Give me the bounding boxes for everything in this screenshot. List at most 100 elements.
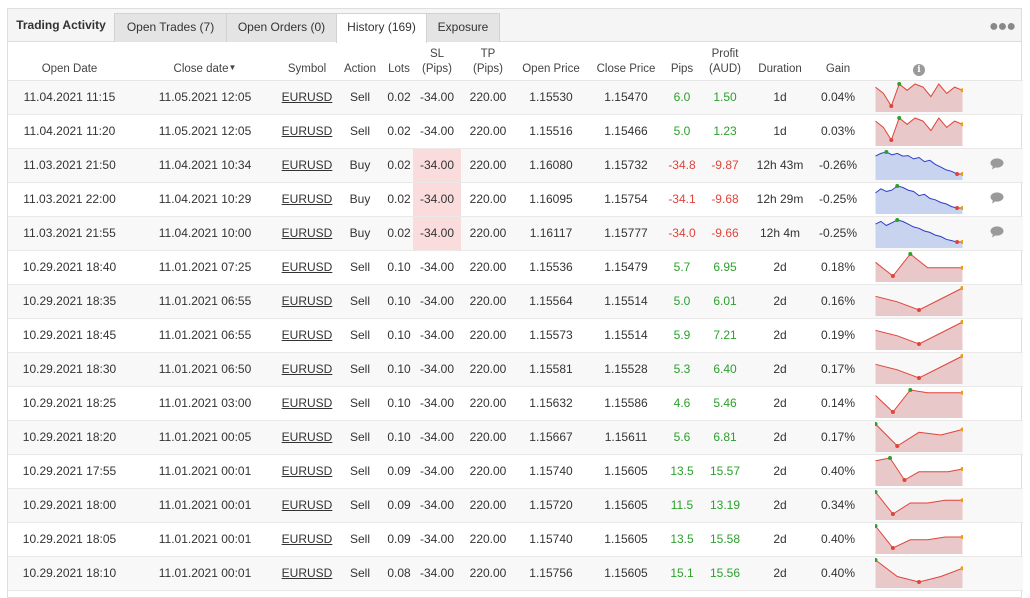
cell-sparkline (867, 318, 971, 352)
cell-sl: -34.00 (419, 260, 455, 274)
cell-close-date: 11.04.2021 10:00 (158, 226, 252, 240)
col-sl-unit: (Pips) (421, 62, 453, 75)
cell-symbol: EURUSD (279, 522, 335, 556)
cell-tp: 220.00 (469, 90, 507, 104)
cell-gain: 0.03% (820, 124, 856, 138)
cell-sparkline (867, 454, 971, 488)
trading-activity-panel: Trading Activity Open Trades (7) Open Or… (7, 8, 1023, 598)
cell-close-date: 11.05.2021 12:05 (158, 124, 252, 138)
col-close-date[interactable]: Close date▼ (131, 42, 279, 80)
tab-trading-activity[interactable]: Trading Activity (8, 9, 114, 42)
col-action[interactable]: Action (335, 42, 385, 80)
cell-sl: -34.00 (419, 124, 455, 138)
cell-action: Sell (349, 430, 370, 444)
cell-close-price: 1.15466 (604, 124, 648, 138)
cell-sparkline (867, 488, 971, 522)
col-close-price[interactable]: Close Price (587, 42, 665, 80)
cell-comment (971, 454, 1023, 488)
cell-close-price: 1.15754 (604, 192, 648, 206)
cell-close-date: 11.01.2021 00:01 (158, 498, 252, 512)
trade-sparkline (875, 524, 963, 554)
symbol-link[interactable]: EURUSD (282, 124, 333, 138)
cell-lots: 0.10 (387, 362, 411, 376)
cell-sl: -34.00 (419, 396, 455, 410)
col-lots[interactable]: Lots (385, 42, 413, 80)
cell-open-price: 1.15632 (529, 396, 573, 410)
cell-profit: -9.66 (711, 226, 739, 240)
sparkline-area (875, 118, 963, 146)
cell-lots: 0.02 (387, 124, 411, 138)
col-tp[interactable]: TP (Pips) (461, 42, 515, 80)
cell-close-price: 1.15605 (604, 532, 648, 546)
cell-pips: -34.1 (668, 192, 696, 206)
cell-sl: -34.00 (419, 328, 455, 342)
symbol-link[interactable]: EURUSD (282, 396, 333, 410)
sparkline-min-dot (955, 240, 960, 244)
cell-open-date: 11.03.2021 21:55 (23, 226, 116, 240)
cell-duration: 1d (773, 90, 787, 104)
col-symbol[interactable]: Symbol (279, 42, 335, 80)
cell-close-price: 1.15479 (604, 260, 648, 274)
symbol-link[interactable]: EURUSD (282, 158, 333, 172)
sparkline-min-dot (890, 410, 895, 414)
trade-sparkline (875, 218, 963, 248)
cell-close-price: 1.15470 (604, 90, 648, 104)
col-gain[interactable]: Gain (809, 42, 867, 80)
col-pips[interactable]: Pips (665, 42, 699, 80)
symbol-link[interactable]: EURUSD (282, 532, 333, 546)
symbol-link[interactable]: EURUSD (282, 362, 333, 376)
symbol-link[interactable]: EURUSD (282, 260, 333, 274)
col-sl[interactable]: SL (Pips) (413, 42, 461, 80)
sparkline-max-dot (908, 388, 913, 392)
cell-gain: -0.25% (818, 192, 858, 206)
sparkline-area (875, 390, 963, 418)
cell-lots: 0.09 (387, 464, 411, 478)
symbol-link[interactable]: EURUSD (282, 498, 333, 512)
comment-icon[interactable] (990, 191, 1004, 207)
col-open-price[interactable]: Open Price (515, 42, 587, 80)
sparkline-min-dot (902, 478, 907, 482)
cell-action: Sell (349, 396, 370, 410)
tab-history[interactable]: History (169) (336, 13, 427, 43)
cell-symbol: EURUSD (279, 454, 335, 488)
col-open-date[interactable]: Open Date (8, 42, 131, 80)
symbol-link[interactable]: EURUSD (282, 328, 333, 342)
more-dots-icon[interactable]: ●●● (989, 18, 1016, 36)
cell-lots: 0.08 (387, 566, 411, 580)
cell-pips: 5.3 (673, 362, 691, 376)
symbol-link[interactable]: EURUSD (282, 294, 333, 308)
cell-comment (971, 352, 1023, 386)
cell-close-date: 11.01.2021 00:01 (158, 532, 252, 546)
table-row: 10.29.2021 18:30 11.01.2021 06:50 EURUSD Se… (8, 352, 1023, 386)
symbol-link[interactable]: EURUSD (282, 464, 333, 478)
tab-bar: Trading Activity Open Trades (7) Open Or… (8, 9, 1021, 43)
cell-close-date: 11.04.2021 10:29 (158, 192, 252, 206)
cell-open-date: 10.29.2021 18:35 (22, 294, 117, 308)
cell-pips: 5.6 (673, 430, 691, 444)
col-duration[interactable]: Duration (751, 42, 809, 80)
tab-exposure[interactable]: Exposure (426, 13, 500, 42)
col-profit[interactable]: Profit (AUD) (699, 42, 751, 80)
comment-icon[interactable] (990, 225, 1004, 241)
tab-open-orders[interactable]: Open Orders (0) (226, 13, 337, 42)
cell-action: Sell (349, 362, 370, 376)
symbol-link[interactable]: EURUSD (282, 430, 333, 444)
info-icon[interactable]: i (913, 63, 925, 76)
cell-tp: 220.00 (469, 464, 507, 478)
cell-tp: 220.00 (469, 362, 507, 376)
symbol-link[interactable]: EURUSD (282, 226, 333, 240)
trade-sparkline (875, 150, 963, 180)
cell-pips: 13.5 (670, 532, 694, 546)
symbol-link[interactable]: EURUSD (282, 566, 333, 580)
cell-lots: 0.10 (387, 260, 411, 274)
sparkline-min-dot (889, 138, 894, 142)
comment-icon[interactable] (990, 157, 1004, 173)
cell-pips: 13.5 (670, 464, 694, 478)
sparkline-min-dot (955, 172, 960, 176)
symbol-link[interactable]: EURUSD (282, 192, 333, 206)
table-row: 10.29.2021 18:40 11.01.2021 07:25 EURUSD Se… (8, 250, 1023, 284)
cell-duration: 2d (773, 566, 787, 580)
tab-open-trades[interactable]: Open Trades (7) (114, 13, 227, 42)
cell-pips: 5.0 (673, 294, 691, 308)
symbol-link[interactable]: EURUSD (282, 90, 333, 104)
